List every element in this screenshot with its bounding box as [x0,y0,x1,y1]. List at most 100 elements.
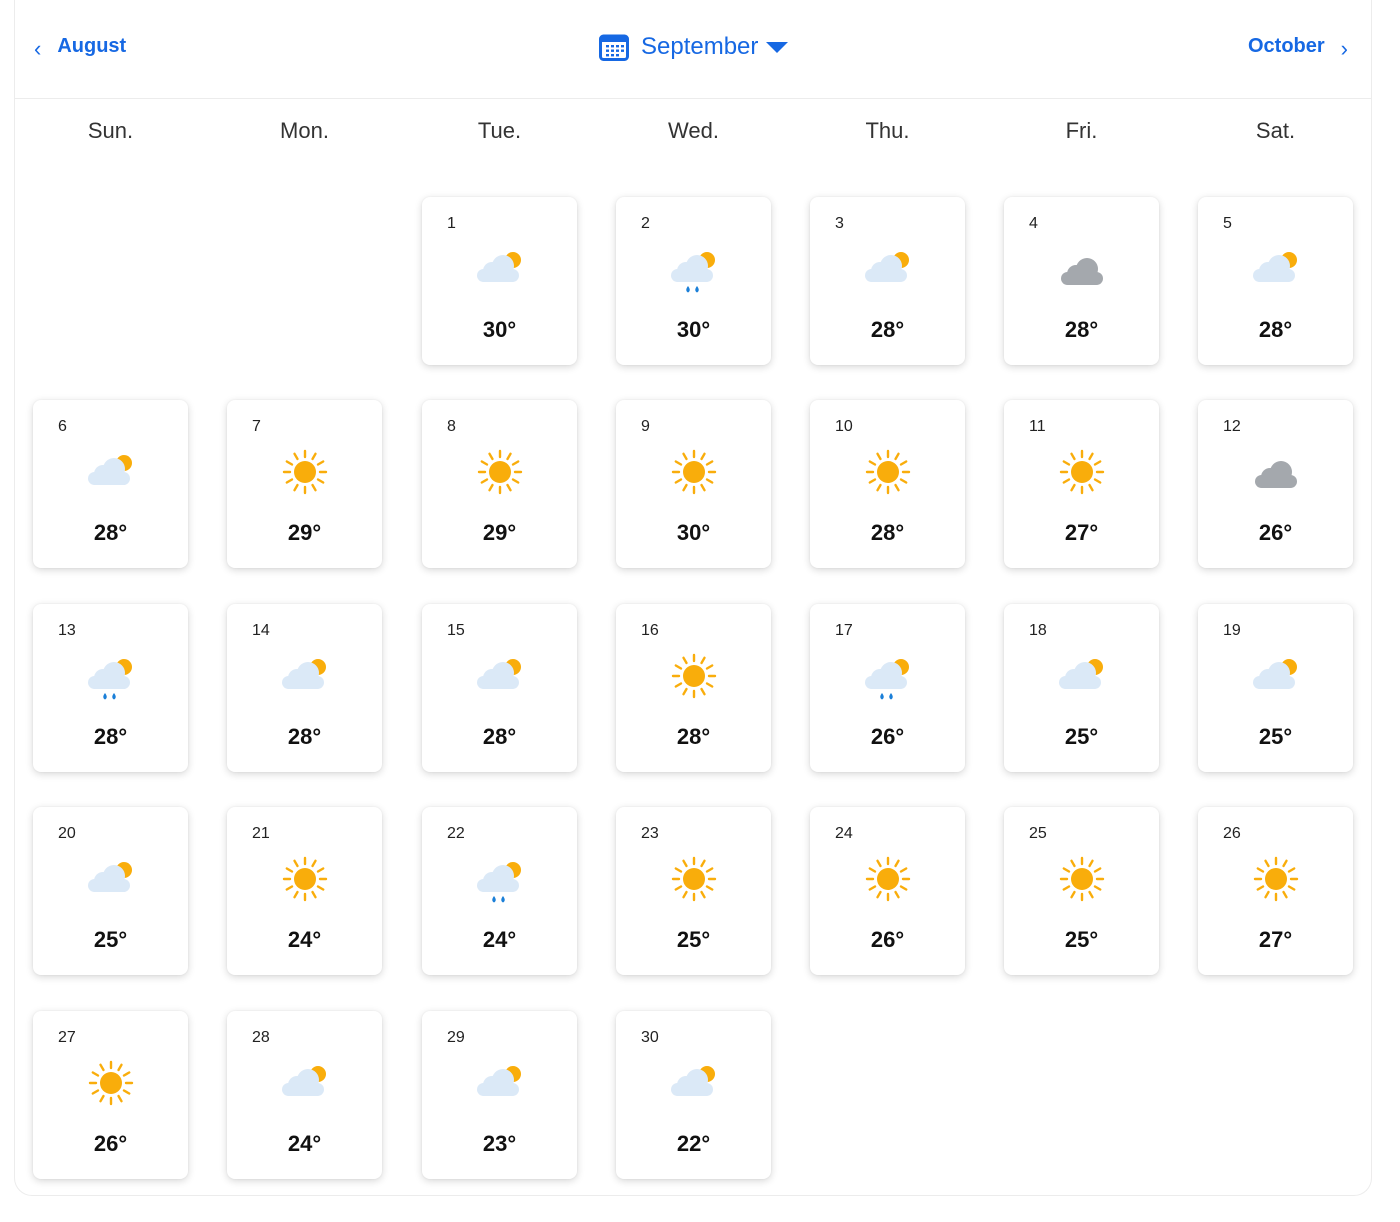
day-cell[interactable]: 5 28° [1198,197,1353,365]
next-month-label: October [1247,34,1325,57]
day-temperature: 25° [1258,724,1293,749]
calendar-icon [599,34,629,61]
prev-month-button[interactable]: ‹ August [34,32,126,60]
day-number: 29 [447,1029,465,1046]
day-cell[interactable]: 18 25° [1004,604,1159,772]
day-temperature: 29° [482,520,517,545]
day-cell[interactable]: 22 24° [422,807,577,975]
day-cell[interactable]: 30 22° [616,1011,771,1179]
day-number: 17 [835,622,853,639]
day-cell[interactable]: 26 27° [1198,807,1353,975]
day-temperature: 30° [482,317,517,342]
day-temperature: 30° [676,520,711,545]
day-number: 24 [835,825,853,842]
day-cell[interactable]: 7 29° [227,400,382,568]
day-temperature: 28° [482,724,517,749]
current-month-label: September [641,33,759,60]
day-cell[interactable]: 21 24° [227,807,382,975]
weekday-label: Thu. [865,118,910,143]
day-temperature: 26° [870,724,905,749]
day-cell[interactable]: 16 28° [616,604,771,772]
day-number: 26 [1223,825,1241,842]
day-cell[interactable]: 1 30° [422,197,577,365]
day-cell[interactable]: 9 30° [616,400,771,568]
day-number: 23 [641,825,659,842]
sunny-icon [1054,448,1110,500]
day-cell[interactable]: 29 23° [422,1011,577,1179]
partly-cloudy-icon [1054,652,1110,704]
day-number: 30 [641,1029,659,1046]
day-temperature: 24° [287,927,322,952]
day-temperature: 28° [1258,317,1293,342]
day-temperature: 25° [676,927,711,952]
day-cell[interactable]: 19 25° [1198,604,1353,772]
day-cell[interactable]: 13 28° [33,604,188,772]
chevron-right-icon: › [1340,36,1348,61]
day-cell[interactable]: 10 28° [810,400,965,568]
calendar-header: ‹ August September October › [14,0,1372,99]
day-cell[interactable]: 11 27° [1004,400,1159,568]
partly-cloudy-icon [277,652,333,704]
sunny-icon [860,855,916,907]
weekday-header-row: Sun. Mon. Tue. Wed. Thu. Fri. Sat. [14,118,1372,158]
day-number: 28 [252,1029,270,1046]
day-number: 4 [1029,215,1038,232]
partly-cloudy-icon [860,245,916,297]
day-number: 7 [252,418,261,435]
day-number: 2 [641,215,650,232]
day-number: 6 [58,418,67,435]
weekday-label: Sat. [1255,118,1296,143]
partly-cloudy-icon [1248,245,1304,297]
partly-cloudy-icon [83,855,139,907]
day-temperature: 28° [93,520,128,545]
cloudy-icon [1054,245,1110,297]
day-cell[interactable]: 24 26° [810,807,965,975]
day-number: 15 [447,622,465,639]
day-temperature: 23° [482,1131,517,1156]
day-temperature: 28° [870,317,905,342]
day-number: 19 [1223,622,1241,639]
day-temperature: 25° [1064,724,1099,749]
day-number: 5 [1223,215,1232,232]
sunny-icon [666,448,722,500]
day-cell[interactable]: 28 24° [227,1011,382,1179]
day-cell[interactable]: 20 25° [33,807,188,975]
sunny-icon [83,1059,139,1111]
day-cell[interactable]: 3 28° [810,197,965,365]
day-cell[interactable]: 2 30° [616,197,771,365]
day-number: 27 [58,1029,76,1046]
caret-down-icon [766,41,789,53]
day-temperature: 27° [1064,520,1099,545]
day-temperature: 29° [287,520,322,545]
day-cell[interactable]: 4 28° [1004,197,1159,365]
sunny-icon [277,855,333,907]
day-temperature: 26° [93,1131,128,1156]
day-temperature: 30° [676,317,711,342]
day-cell[interactable]: 6 28° [33,400,188,568]
day-temperature: 28° [287,724,322,749]
day-cell[interactable]: 8 29° [422,400,577,568]
day-cell[interactable]: 27 26° [33,1011,188,1179]
day-temperature: 28° [870,520,905,545]
day-temperature: 25° [1064,927,1099,952]
day-temperature: 24° [287,1131,322,1156]
day-cell[interactable]: 25 25° [1004,807,1159,975]
day-cell[interactable]: 12 26° [1198,400,1353,568]
sunny-icon [666,855,722,907]
day-cell[interactable]: 14 28° [227,604,382,772]
weekday-label: Mon. [280,118,329,143]
month-dropdown[interactable]: September [599,33,789,61]
day-cell[interactable]: 15 28° [422,604,577,772]
sunny-icon [277,448,333,500]
day-cell[interactable]: 17 26° [810,604,965,772]
prev-month-label: August [57,34,127,57]
partly-cloudy-rain-icon [860,652,916,704]
day-number: 13 [58,622,76,639]
day-number: 16 [641,622,659,639]
next-month-button[interactable]: October › [1248,32,1348,60]
partly-cloudy-icon [666,1059,722,1111]
day-cell[interactable]: 23 25° [616,807,771,975]
day-number: 8 [447,418,456,435]
partly-cloudy-icon [472,1059,528,1111]
day-number: 14 [252,622,270,639]
